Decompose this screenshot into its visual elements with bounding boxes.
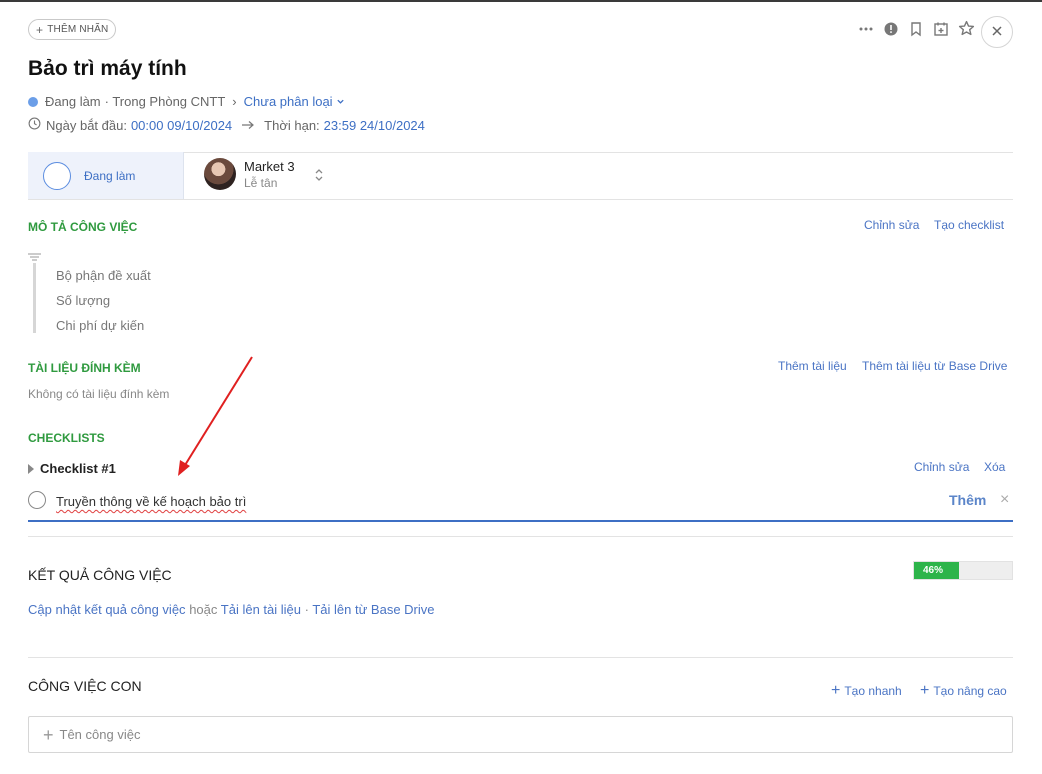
star-icon[interactable] <box>958 20 975 37</box>
quick-create-button[interactable]: + Tạo nhanh <box>831 683 902 699</box>
bookmark-icon[interactable] <box>908 21 924 37</box>
window-top-border <box>0 0 1042 2</box>
sort-arrows-icon[interactable] <box>314 167 324 186</box>
plus-icon: + <box>36 22 44 37</box>
assignee[interactable]: Market 3 Lễ tân <box>204 158 295 190</box>
deadline-label: Thời hạn: <box>264 117 320 133</box>
divider <box>28 536 1013 537</box>
divider <box>28 199 1013 200</box>
quote-bar <box>33 263 36 333</box>
advanced-create-label: Tạo nâng cao <box>933 684 1007 698</box>
breadcrumb-arrow: › <box>232 94 237 109</box>
status-text: Đang làm <box>45 94 101 109</box>
description-section-title: MÔ TẢ CÔNG VIỆC <box>28 220 138 234</box>
add-label-button[interactable]: + THÊM NHÃN <box>28 19 117 40</box>
close-button[interactable] <box>981 16 1013 48</box>
plus-icon: + <box>831 682 841 699</box>
quick-create-label: Tạo nhanh <box>844 684 902 698</box>
checkbox-circle-icon[interactable] <box>28 491 46 509</box>
location-text: · Trong Phòng CNTT <box>104 94 226 109</box>
clock-icon <box>28 117 41 133</box>
subtask-input-placeholder: Tên công việc <box>59 727 141 742</box>
results-actions: Cập nhật kết quả công việc hoặc Tải lên … <box>28 602 435 617</box>
add-drive-attachment-link[interactable]: Thêm tài liệu từ Base Drive <box>862 359 1007 373</box>
more-icon[interactable] <box>858 21 874 37</box>
no-attachments-text: Không có tài liệu đính kèm <box>28 387 170 401</box>
progress-fill: 46% <box>914 562 960 579</box>
checklist-header[interactable]: Checklist #1 <box>28 461 116 476</box>
chevron-down-icon[interactable] <box>336 94 345 109</box>
description-item: Chi phí dự kiến <box>56 318 145 333</box>
status-toggle-label: Đang làm <box>84 168 136 183</box>
start-date-value[interactable]: 00:00 09/10/2024 <box>131 118 232 133</box>
arrow-right-icon <box>241 118 255 133</box>
plus-icon: + <box>43 724 54 745</box>
header-actions <box>858 20 975 37</box>
close-icon <box>991 25 1003 40</box>
avatar <box>204 158 236 190</box>
start-date-label: Ngày bắt đầu: <box>46 117 127 133</box>
divider <box>28 657 1013 658</box>
status-circle-icon[interactable] <box>43 161 71 190</box>
calendar-icon[interactable] <box>933 21 949 37</box>
description-item: Bộ phận đề xuất <box>56 268 151 283</box>
or-text: hoặc <box>189 602 218 617</box>
create-checklist-link[interactable]: Tạo checklist <box>934 218 1004 232</box>
assignee-name: Market 3 <box>244 158 295 174</box>
description-item: Số lượng <box>56 293 111 308</box>
task-status-line: Đang làm · Trong Phòng CNTT › Chưa phân … <box>28 94 345 109</box>
dot-separator: · <box>304 602 309 617</box>
results-section-title: KẾT QUẢ CÔNG VIỆC <box>28 567 172 583</box>
input-focus-underline <box>28 520 1013 522</box>
category-dropdown[interactable]: Chưa phân loại <box>244 94 333 109</box>
status-toggle[interactable]: Đang làm <box>28 152 184 199</box>
alert-icon[interactable] <box>883 21 899 37</box>
checklist-name: Checklist #1 <box>40 461 116 476</box>
checklists-section-title: CHECKLISTS <box>28 431 105 445</box>
deadline-value[interactable]: 23:59 24/10/2024 <box>324 118 425 133</box>
progress-bar: 46% <box>913 561 1013 580</box>
add-label-text: THÊM NHÃN <box>47 24 109 35</box>
status-dot-icon <box>28 96 38 107</box>
upload-drive-link[interactable]: Tải lên từ Base Drive <box>312 602 434 617</box>
update-results-link[interactable]: Cập nhật kết quả công việc <box>28 602 186 617</box>
caret-right-icon[interactable] <box>28 463 34 474</box>
checklist-delete-link[interactable]: Xóa <box>984 460 1005 474</box>
checklist-item-input[interactable]: Truyền thông về kế hoạch bảo trì <box>56 494 246 509</box>
task-date-line: Ngày bắt đầu: 00:00 09/10/2024 Thời hạn:… <box>28 117 425 133</box>
subtask-name-input[interactable]: + Tên công việc <box>28 716 1013 753</box>
description-edit-link[interactable]: Chỉnh sửa <box>864 218 919 232</box>
assignee-role: Lễ tân <box>244 175 278 190</box>
advanced-create-button[interactable]: + Tạo nâng cao <box>920 683 1007 699</box>
add-attachment-link[interactable]: Thêm tài liệu <box>778 359 847 373</box>
subtasks-section-title: CÔNG VIỆC CON <box>28 678 142 694</box>
task-title[interactable]: Bảo trì máy tính <box>28 57 187 81</box>
upload-document-link[interactable]: Tải lên tài liệu <box>221 602 301 617</box>
checklist-edit-link[interactable]: Chỉnh sửa <box>914 460 969 474</box>
cancel-item-icon[interactable]: × <box>1000 491 1009 509</box>
plus-icon: + <box>920 682 930 699</box>
attachments-section-title: TÀI LIỆU ĐÍNH KÈM <box>28 361 141 375</box>
annotation-arrow-icon <box>178 356 253 476</box>
add-checklist-item-button[interactable]: Thêm <box>949 492 986 508</box>
